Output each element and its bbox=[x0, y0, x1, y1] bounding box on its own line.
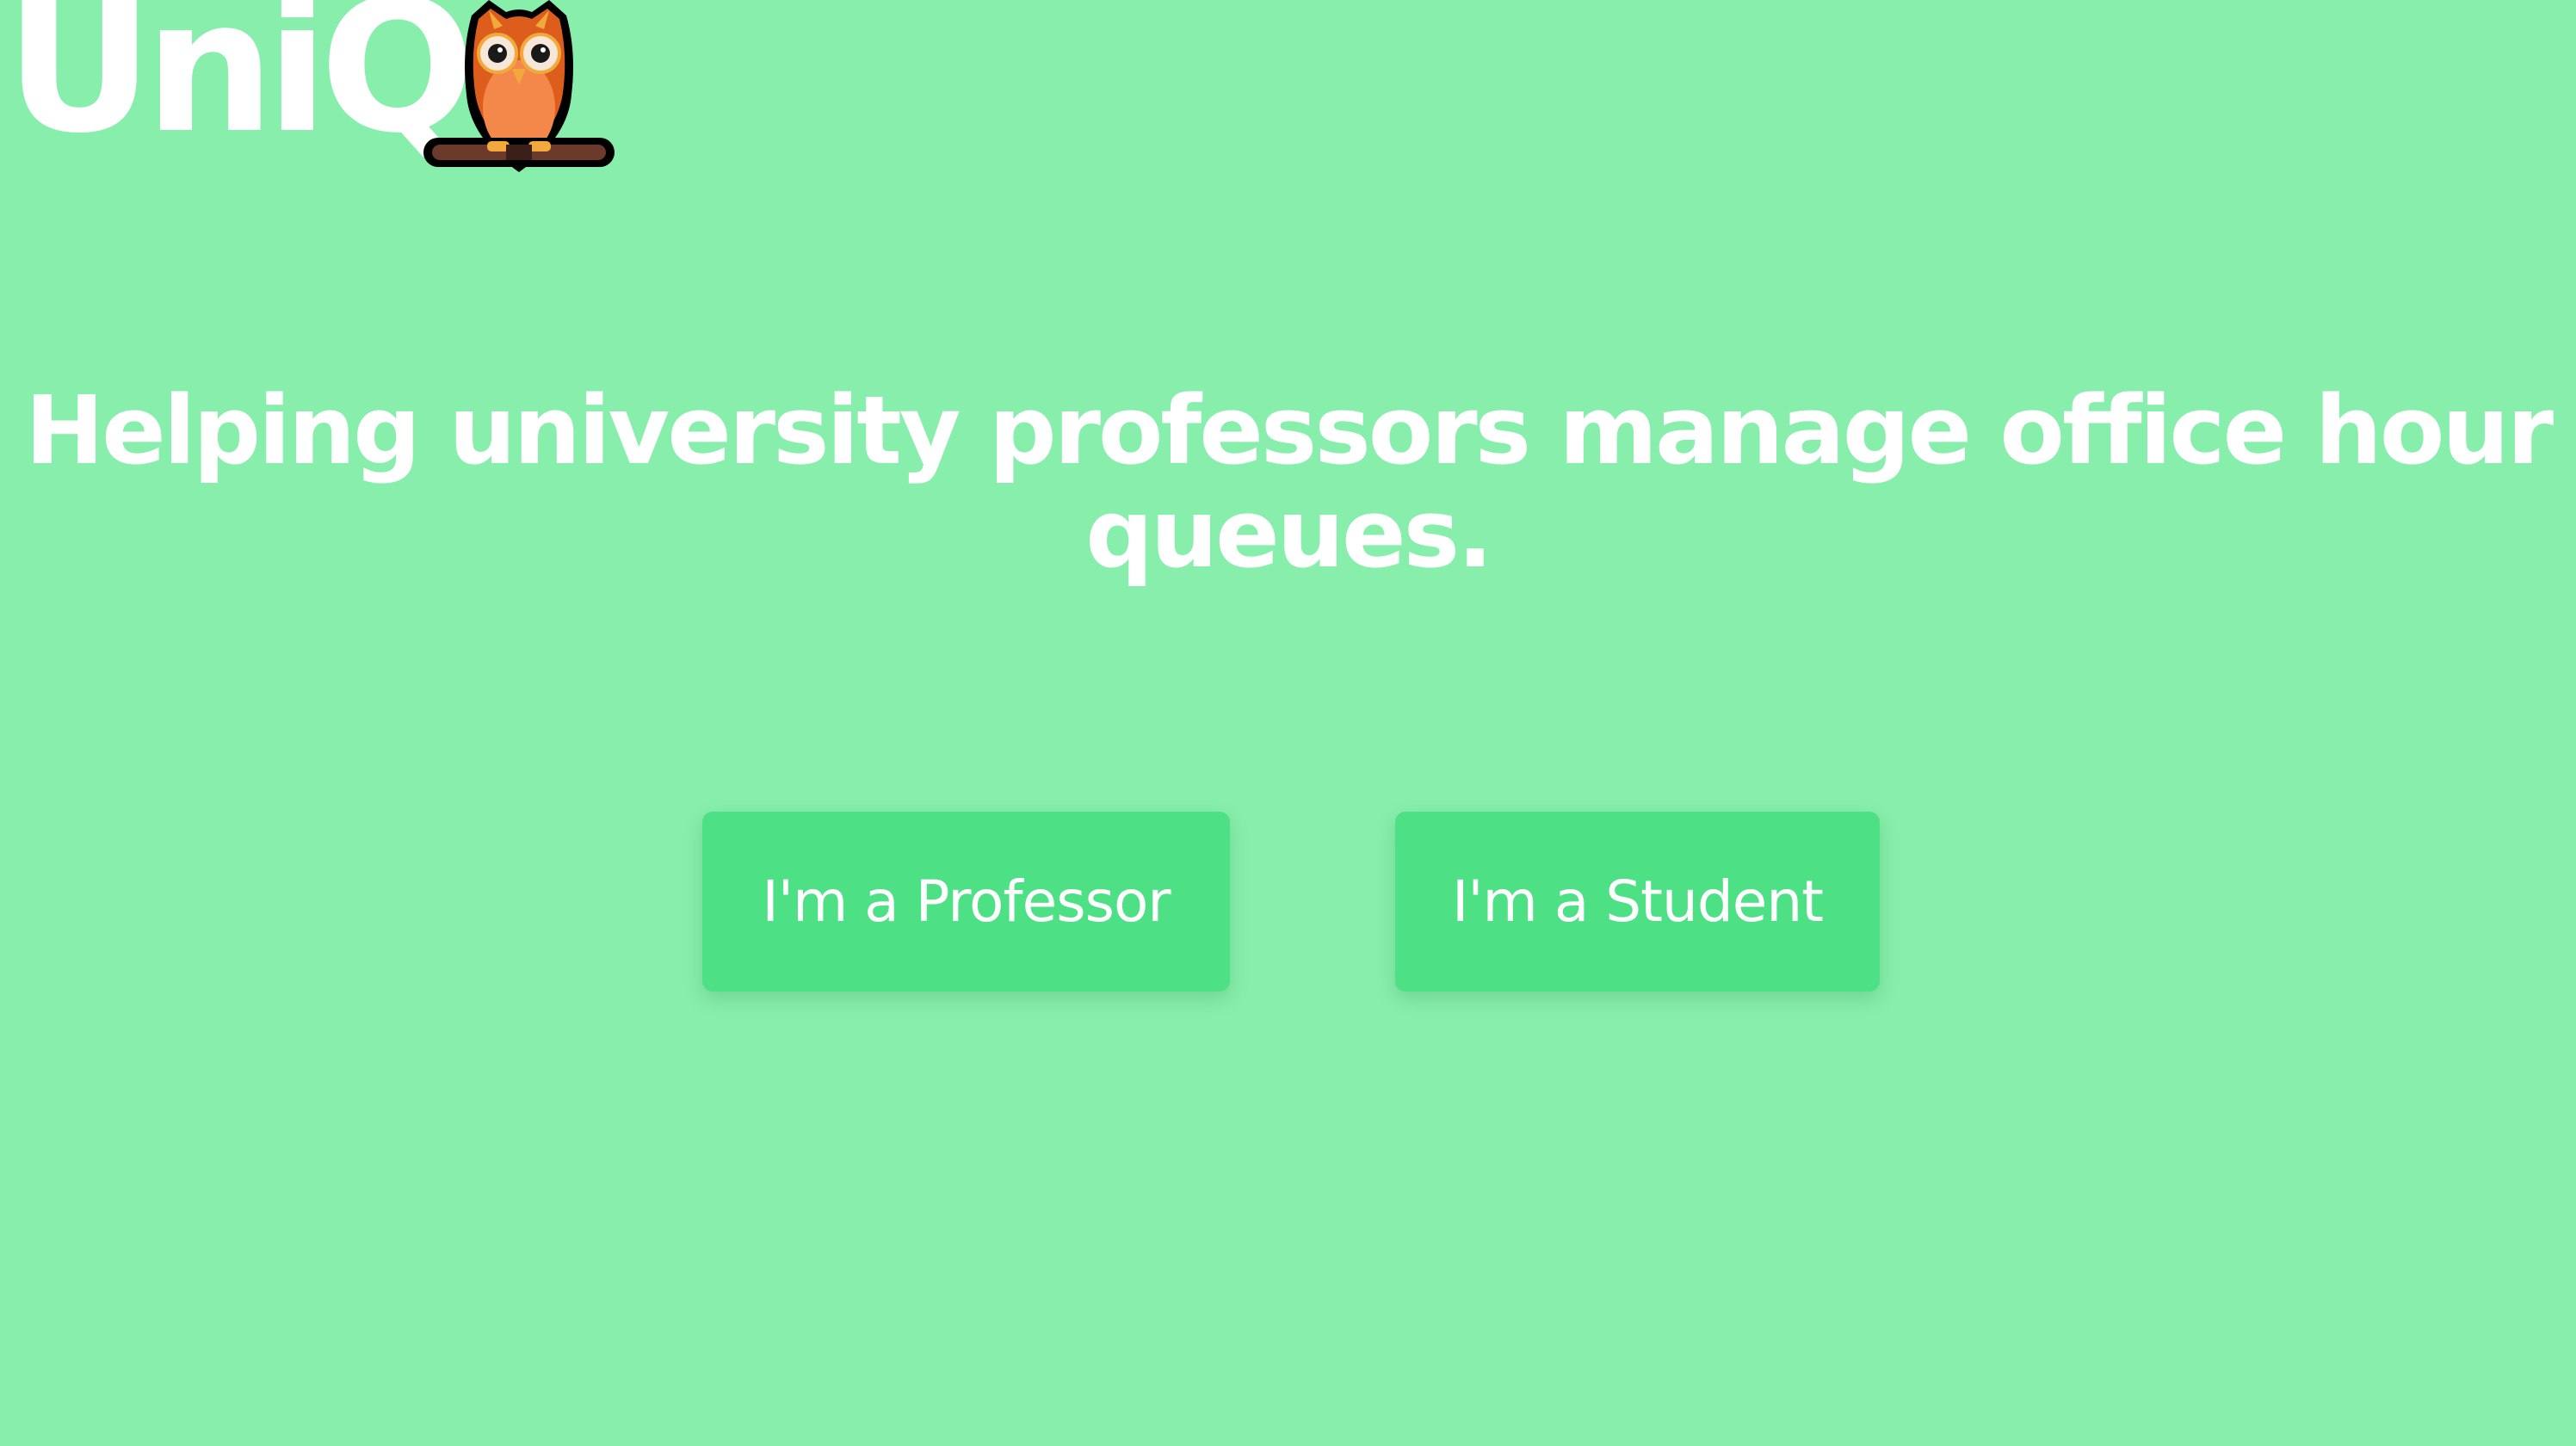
hero-tagline: Helping university professors manage off… bbox=[25, 375, 2554, 589]
role-selection: I'm a Professor I'm a Student bbox=[0, 812, 2576, 992]
student-button[interactable]: I'm a Student bbox=[1395, 812, 1880, 992]
brand-logo-text: UniQ bbox=[5, 0, 475, 173]
professor-button[interactable]: I'm a Professor bbox=[702, 812, 1230, 992]
header: UniQ bbox=[0, 0, 654, 181]
owl-icon bbox=[423, 0, 615, 172]
